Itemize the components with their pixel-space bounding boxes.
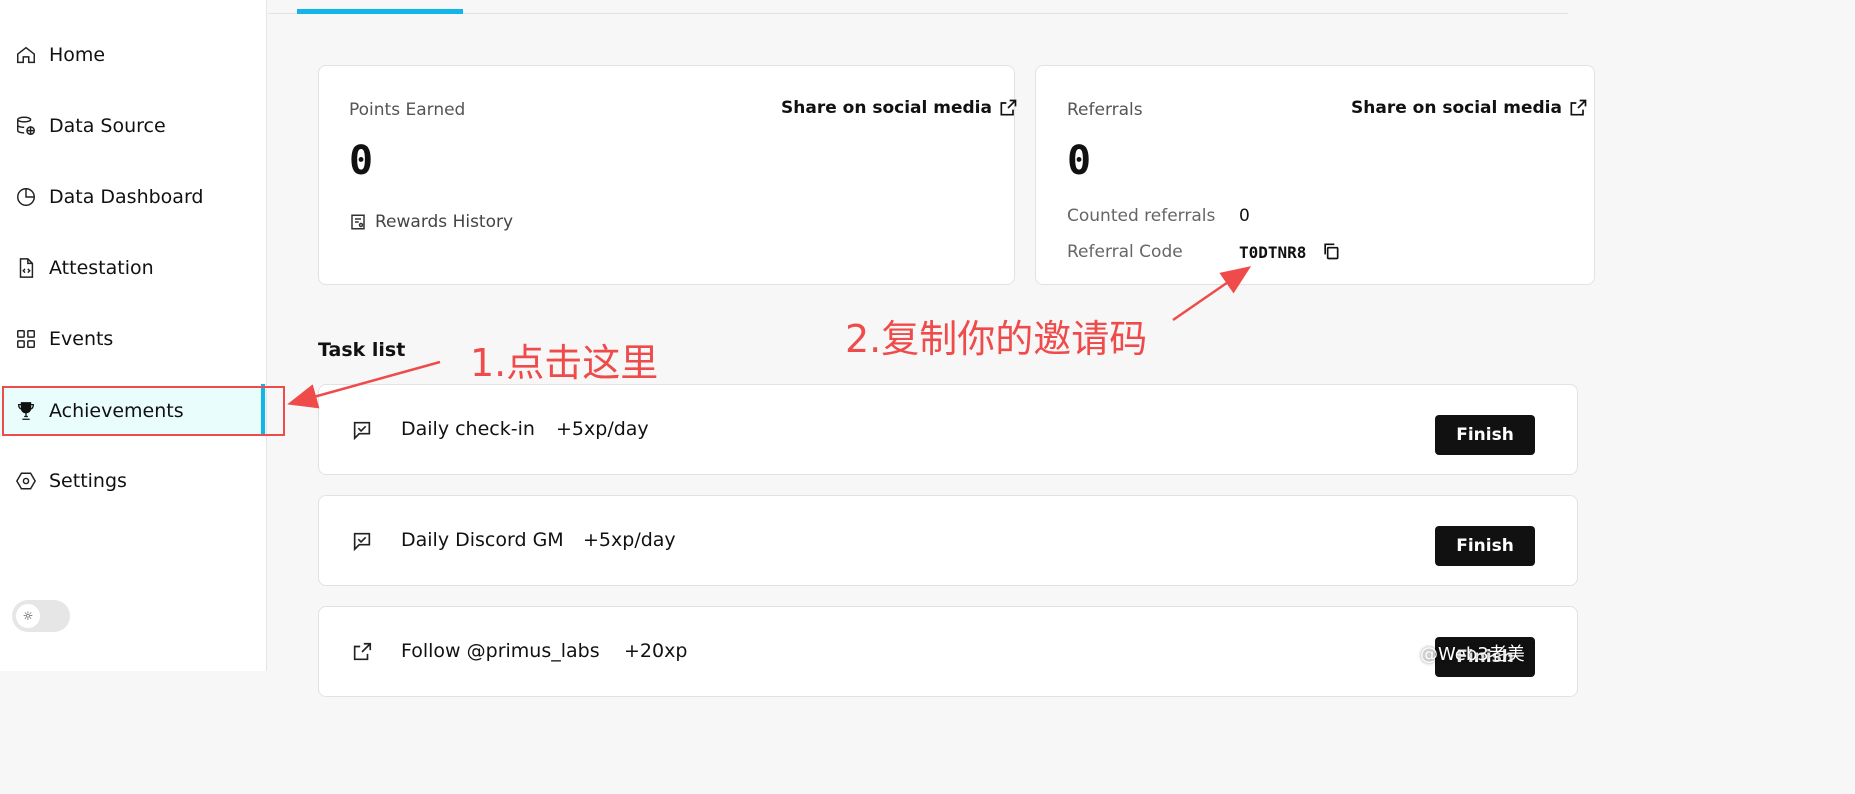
receipt-icon xyxy=(351,214,365,230)
referral-code-value[interactable]: T0DTNR8 xyxy=(1239,243,1306,262)
sidebar-item-events[interactable]: Events xyxy=(0,314,266,364)
theme-toggle[interactable]: ☼ xyxy=(12,600,70,632)
sidebar-item-label: Data Source xyxy=(49,115,166,137)
pie-chart-icon xyxy=(14,185,38,209)
checkin-icon xyxy=(353,532,371,552)
rewards-history-link[interactable]: Rewards History xyxy=(349,212,513,232)
counted-referrals-value: 0 xyxy=(1239,206,1250,226)
points-value: 0 xyxy=(349,138,374,184)
task-row-daily-discord-gm: Daily Discord GM +5xp/day Finish xyxy=(318,495,1578,586)
external-link-icon xyxy=(1000,99,1017,116)
tab-active-indicator[interactable] xyxy=(297,9,463,14)
sidebar-item-label: Settings xyxy=(49,470,127,492)
grid-icon xyxy=(14,327,38,351)
tab-bar-divider xyxy=(268,13,1568,14)
share-referrals-button[interactable]: Share on social media xyxy=(1351,98,1588,118)
task-name: Daily check-in xyxy=(401,418,535,440)
external-link-icon xyxy=(353,642,372,661)
task-name: Follow @primus_labs xyxy=(401,640,600,662)
sidebar-item-data-source[interactable]: Data Source xyxy=(0,101,266,151)
annotation-step1: 1.点击这里 xyxy=(470,341,659,385)
watermark: @Web3老美 xyxy=(1420,644,1525,665)
referral-code-label: Referral Code xyxy=(1067,242,1183,262)
points-card: Points Earned Share on social media 0 Re… xyxy=(318,65,1018,285)
sidebar-item-home[interactable]: Home xyxy=(0,30,266,80)
external-link-icon xyxy=(1570,99,1587,116)
task-reward: +20xp xyxy=(624,640,688,662)
database-icon xyxy=(14,114,38,138)
hexagon-settings-icon xyxy=(14,469,38,493)
file-code-icon xyxy=(14,256,38,280)
sidebar-item-label: Home xyxy=(49,44,106,66)
finish-button[interactable]: Finish xyxy=(1435,415,1535,455)
task-reward: +5xp/day xyxy=(583,529,676,551)
referrals-card: Referrals Share on social media 0 Counte… xyxy=(1035,65,1595,285)
task-list-title: Task list xyxy=(318,339,406,361)
finish-button[interactable]: Finish xyxy=(1435,526,1535,566)
sidebar-item-label: Events xyxy=(49,328,114,350)
home-icon xyxy=(14,43,38,67)
sidebar-item-label: Data Dashboard xyxy=(49,186,204,208)
task-row-daily-checkin: Daily check-in +5xp/day Finish xyxy=(318,384,1578,475)
rewards-history-label: Rewards History xyxy=(375,212,514,232)
referrals-value: 0 xyxy=(1067,138,1092,184)
counted-referrals-label: Counted referrals xyxy=(1067,206,1216,226)
points-label: Points Earned xyxy=(349,100,466,120)
sidebar-item-attestation[interactable]: Attestation xyxy=(0,243,266,293)
share-points-button[interactable]: Share on social media xyxy=(781,98,1018,118)
sidebar-item-label: Attestation xyxy=(49,257,154,279)
task-reward: +5xp/day xyxy=(556,418,649,440)
share-label: Share on social media xyxy=(1351,98,1562,118)
referrals-label: Referrals xyxy=(1067,100,1143,120)
task-name: Daily Discord GM xyxy=(401,529,564,551)
sidebar-item-data-dashboard[interactable]: Data Dashboard xyxy=(0,172,266,222)
share-label: Share on social media xyxy=(781,98,992,118)
annotation-step2: 2.复制你的邀请码 xyxy=(845,317,1148,361)
copy-icon[interactable] xyxy=(1321,241,1341,261)
sidebar-item-settings[interactable]: Settings xyxy=(0,456,266,506)
annotation-highlight-box xyxy=(2,386,285,436)
sun-icon: ☼ xyxy=(16,604,40,628)
checkin-icon xyxy=(353,421,371,441)
sidebar: Home Data Source Data Dashboard Attestat… xyxy=(0,0,267,671)
task-row-follow-primus: Follow @primus_labs +20xp Finish xyxy=(318,606,1578,697)
